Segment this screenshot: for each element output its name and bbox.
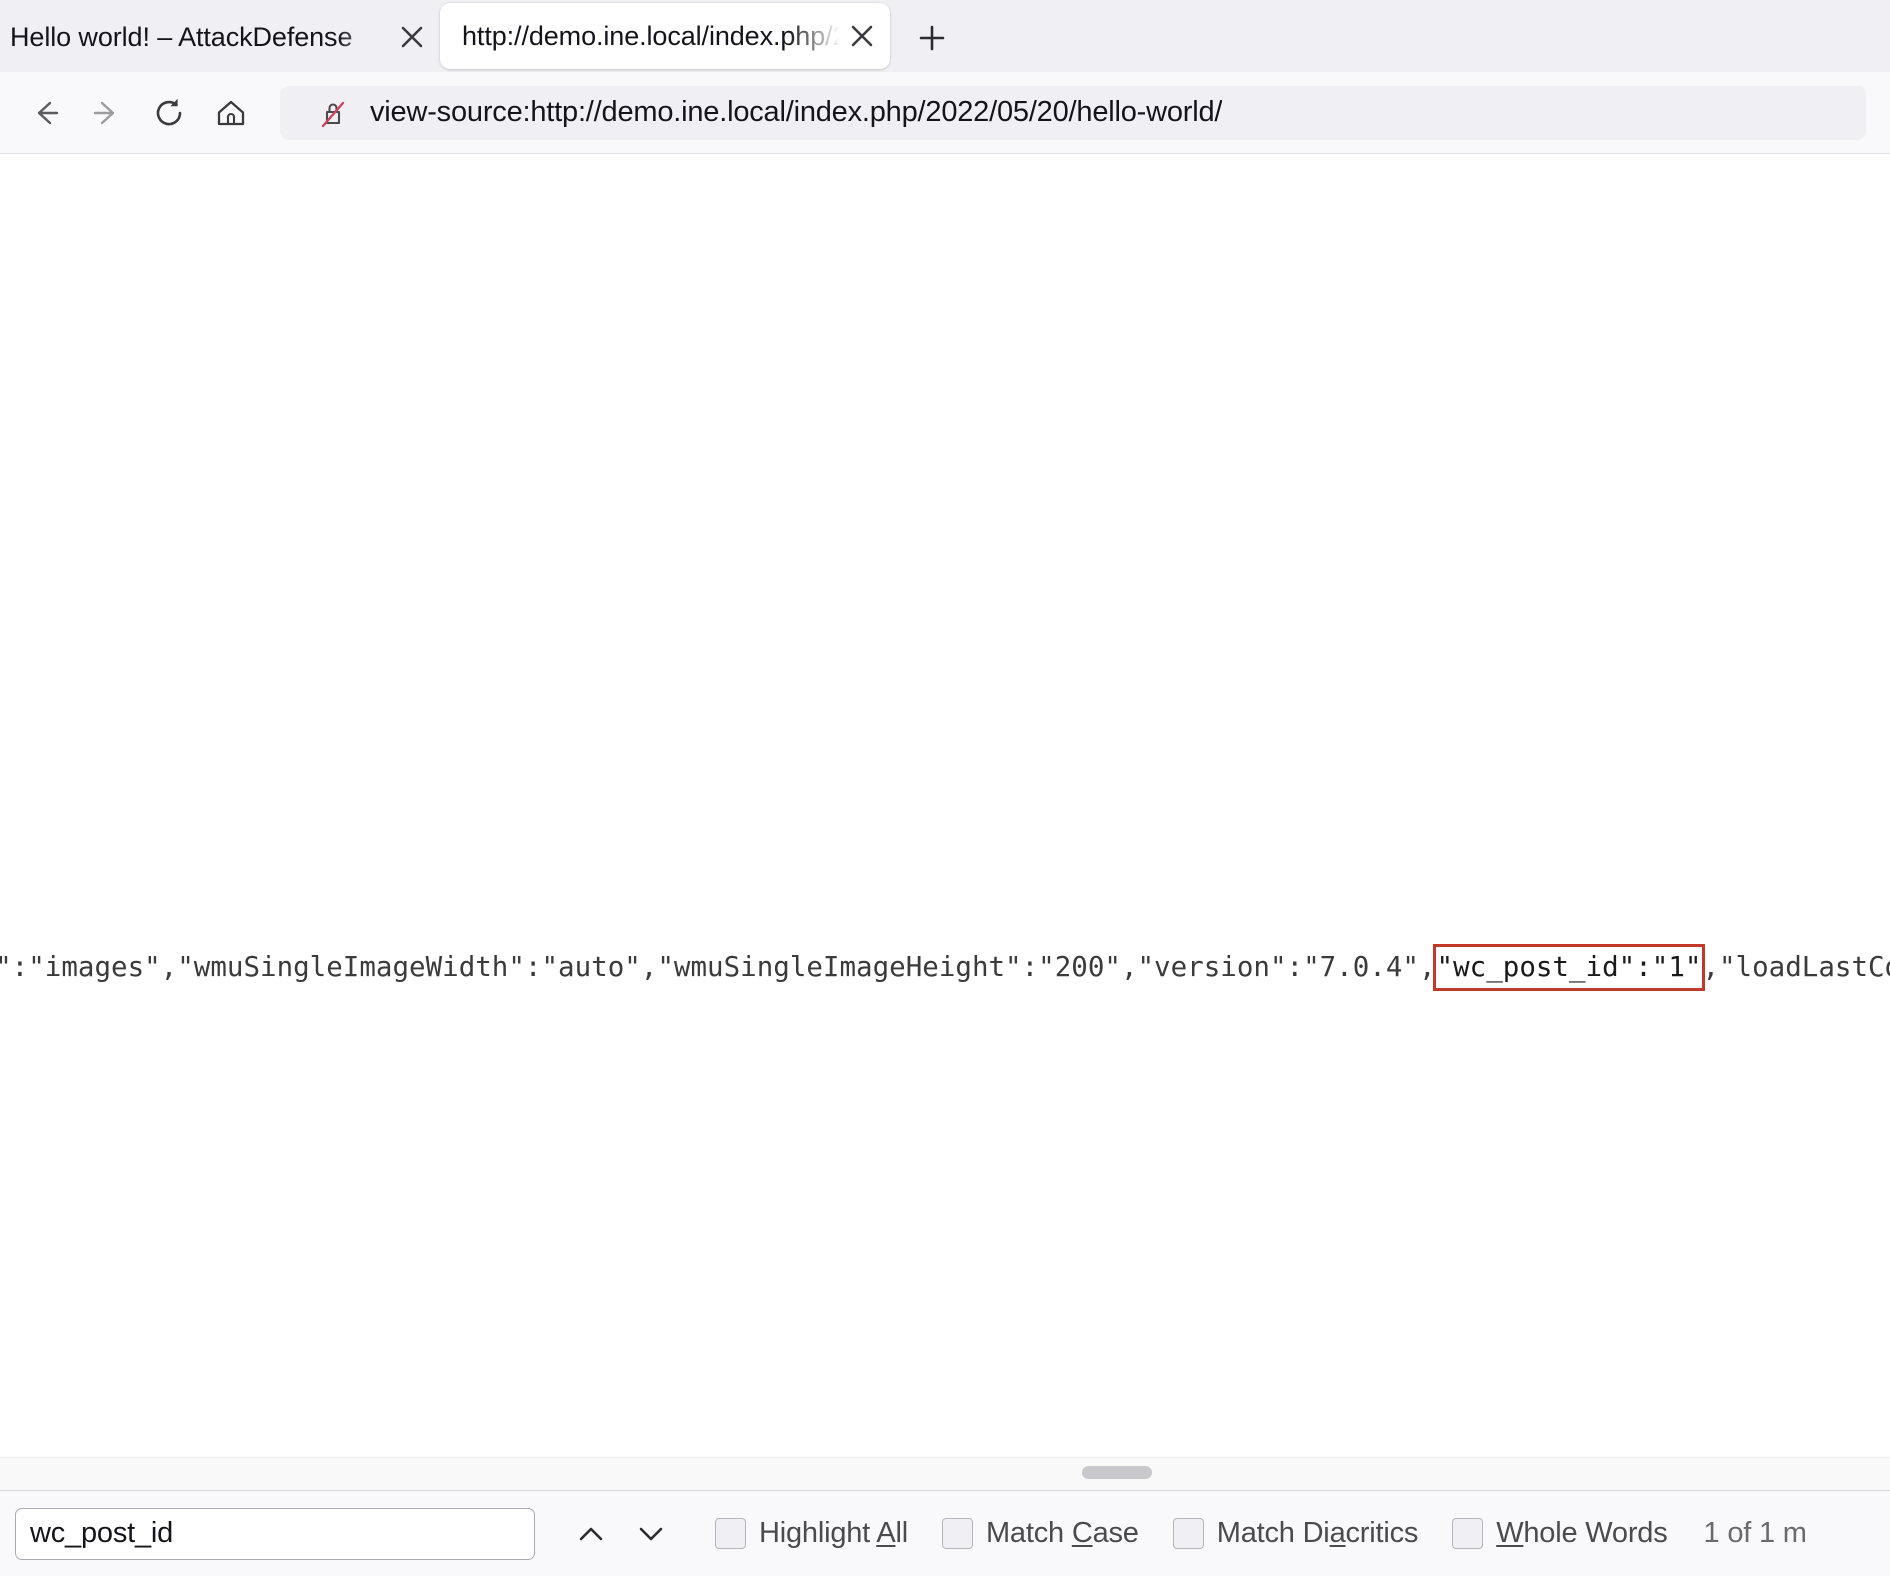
checkbox-highlight-all[interactable] bbox=[715, 1518, 746, 1549]
find-option-match-diacritics[interactable]: Match Diacritics bbox=[1173, 1517, 1418, 1550]
find-option-highlight-all[interactable]: Highlight All bbox=[715, 1517, 908, 1550]
horizontal-scrollbar[interactable] bbox=[0, 1457, 1890, 1490]
checkbox-match-case[interactable] bbox=[942, 1518, 973, 1549]
forward-arrow-icon bbox=[88, 94, 126, 132]
home-button[interactable] bbox=[200, 82, 262, 144]
find-input-value: wc_post_id bbox=[30, 1517, 173, 1550]
back-button[interactable] bbox=[14, 82, 76, 144]
find-previous-button[interactable] bbox=[561, 1504, 621, 1564]
browser-window: Hello world! – AttackDefense http://demo… bbox=[0, 0, 1890, 1576]
new-tab-button[interactable] bbox=[904, 10, 960, 66]
checkbox-match-diacritics[interactable] bbox=[1173, 1518, 1204, 1549]
tab-strip: Hello world! – AttackDefense http://demo… bbox=[0, 0, 1890, 72]
url-text: view-source:http://demo.ine.local/index.… bbox=[370, 96, 1222, 129]
source-text-before-match: es":"images","wmuSingleImageWidth":"auto… bbox=[0, 951, 1436, 983]
chevron-up-icon bbox=[573, 1516, 609, 1552]
navigation-toolbar: view-source:http://demo.ine.local/index.… bbox=[0, 72, 1890, 154]
horizontal-scrollbar-thumb[interactable] bbox=[1082, 1466, 1152, 1479]
home-icon bbox=[212, 94, 250, 132]
view-source-content: es":"images","wmuSingleImageWidth":"auto… bbox=[0, 154, 1890, 1490]
find-option-label: Whole Words bbox=[1496, 1517, 1667, 1550]
search-match-highlight: "wc_post_id":"1" bbox=[1436, 947, 1703, 988]
tab-title: http://demo.ine.local/index.php/2022/05/… bbox=[462, 21, 840, 52]
forward-button[interactable] bbox=[76, 82, 138, 144]
reload-icon bbox=[150, 94, 188, 132]
find-next-button[interactable] bbox=[621, 1504, 681, 1564]
find-option-label: Match Diacritics bbox=[1217, 1517, 1418, 1550]
address-bar[interactable]: view-source:http://demo.ine.local/index.… bbox=[280, 86, 1866, 140]
find-match-count: 1 of 1 m bbox=[1704, 1517, 1807, 1550]
plus-icon bbox=[916, 22, 948, 54]
find-bar: wc_post_id Highlight All Match Case Matc… bbox=[0, 1490, 1890, 1576]
back-arrow-icon bbox=[26, 94, 64, 132]
find-option-label: Highlight All bbox=[759, 1517, 908, 1550]
source-code-line: es":"images","wmuSingleImageWidth":"auto… bbox=[0, 950, 1890, 984]
source-text-after-match: ,"loadLastCommentId":"0"," bbox=[1702, 951, 1890, 983]
find-option-label: Match Case bbox=[986, 1517, 1139, 1550]
tab-title: Hello world! – AttackDefense bbox=[10, 22, 390, 53]
close-icon[interactable] bbox=[390, 15, 434, 59]
reload-button[interactable] bbox=[138, 82, 200, 144]
find-input[interactable]: wc_post_id bbox=[15, 1508, 535, 1560]
find-option-match-case[interactable]: Match Case bbox=[942, 1517, 1139, 1550]
tab-hello-world[interactable]: Hello world! – AttackDefense bbox=[0, 6, 440, 68]
tab-view-source[interactable]: http://demo.ine.local/index.php/2022/05/… bbox=[440, 3, 890, 69]
chevron-down-icon bbox=[633, 1516, 669, 1552]
find-option-whole-words[interactable]: Whole Words bbox=[1452, 1517, 1667, 1550]
close-icon[interactable] bbox=[840, 14, 884, 58]
insecure-lock-slash-icon[interactable] bbox=[312, 92, 354, 134]
checkbox-whole-words[interactable] bbox=[1452, 1518, 1483, 1549]
